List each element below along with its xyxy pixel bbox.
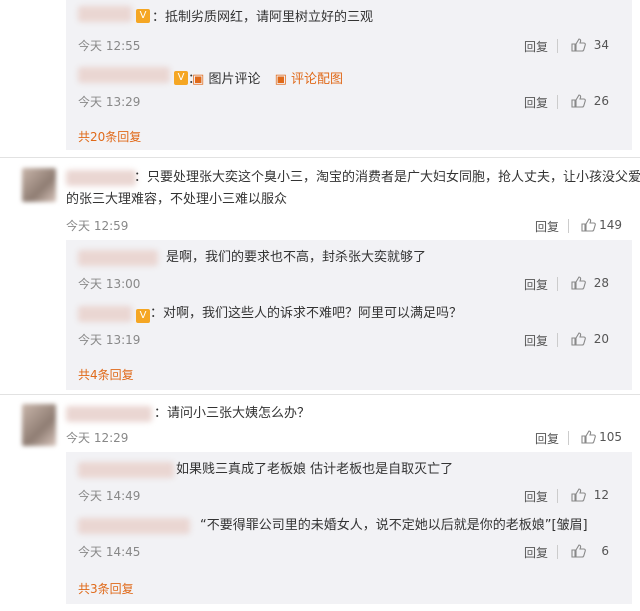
username[interactable] [78,250,158,266]
reply-button[interactable]: 回复 [524,276,548,293]
username[interactable] [66,406,152,422]
picture-comment-link[interactable]: ▣ 图片评论 ▣ 评论配图 [192,70,343,90]
reply-button[interactable]: 回复 [524,332,548,349]
like-count: 34 [593,38,609,52]
reply-button[interactable]: 回复 [524,38,548,55]
timestamp: 今天 12:29 [66,431,129,445]
timestamp: 今天 13:19 [78,333,141,347]
timestamp: 今天 12:59 [66,219,129,233]
comment-text: ：只要处理张大奕这个臭小三，淘宝的消费者是广大妇女同胞，抢人丈夫，让小孩没父爱 [134,170,640,185]
separator [568,431,569,445]
username[interactable] [66,170,136,186]
reply-button[interactable]: 回复 [535,430,559,447]
timestamp: 今天 13:00 [78,277,141,291]
reply-button[interactable]: 回复 [524,94,548,111]
more-replies-link[interactable]: 共3条回复 [78,580,134,597]
username[interactable] [78,306,132,322]
comment-picture-label: 评论配图 [291,72,344,87]
reply-text: ：对啊，我们这些人的诉求不难吧？阿里可以满足吗？ [150,306,463,321]
reply-text: 是啊，我们的要求也不高，封杀张大奕就够了 [166,250,427,265]
reply-text: “不要得罪公司里的未婚女人，说不定她以后就是你的老板娘”[皱眉] [200,518,588,533]
reply-button[interactable]: 回复 [535,218,559,235]
reply-text: ：抵制劣质网红，请阿里树立好的三观 [152,10,374,25]
picture-icon: ▣ [192,72,205,87]
more-replies-link[interactable]: 共4条回复 [78,366,134,383]
username[interactable] [78,67,170,83]
like-count: 149 [599,218,622,232]
reply-button[interactable]: 回复 [524,488,548,505]
like-count: 12 [593,488,609,502]
like-count: 28 [593,276,609,290]
more-replies-link[interactable]: 共20条回复 [78,128,141,145]
picture-icon: ▣ [274,72,287,87]
timestamp: 今天 13:29 [78,95,141,109]
username[interactable] [78,462,174,478]
username[interactable] [78,6,132,22]
separator [557,95,558,109]
separator [568,219,569,233]
vip-icon: V [136,309,150,323]
like-count: 105 [599,430,622,444]
reply-button[interactable]: 回复 [524,544,548,561]
timestamp: 今天 14:49 [78,489,141,503]
like-count: 20 [593,332,609,346]
comment-text: ：请问小三张大姨怎么办？ [154,406,311,421]
timestamp: 今天 14:45 [78,545,141,559]
separator [557,545,558,559]
avatar[interactable] [22,404,56,446]
like-count: 26 [593,94,609,108]
separator [557,489,558,503]
divider [0,394,640,395]
reply-text: 如果贱三真成了老板娘 估计老板也是自取灭亡了 [176,462,454,477]
timestamp: 今天 12:55 [78,39,141,53]
divider [0,157,640,158]
separator [557,333,558,347]
vip-icon: V [136,9,150,23]
username[interactable] [78,518,190,534]
avatar[interactable] [22,168,56,202]
separator [557,277,558,291]
comment-text-line2: 的张三大理难容，不处理小三难以服众 [66,192,288,207]
like-count: 6 [601,544,609,558]
picture-comment-label: 图片评论 [208,72,261,87]
vip-icon: V [174,71,188,85]
separator [557,39,558,53]
